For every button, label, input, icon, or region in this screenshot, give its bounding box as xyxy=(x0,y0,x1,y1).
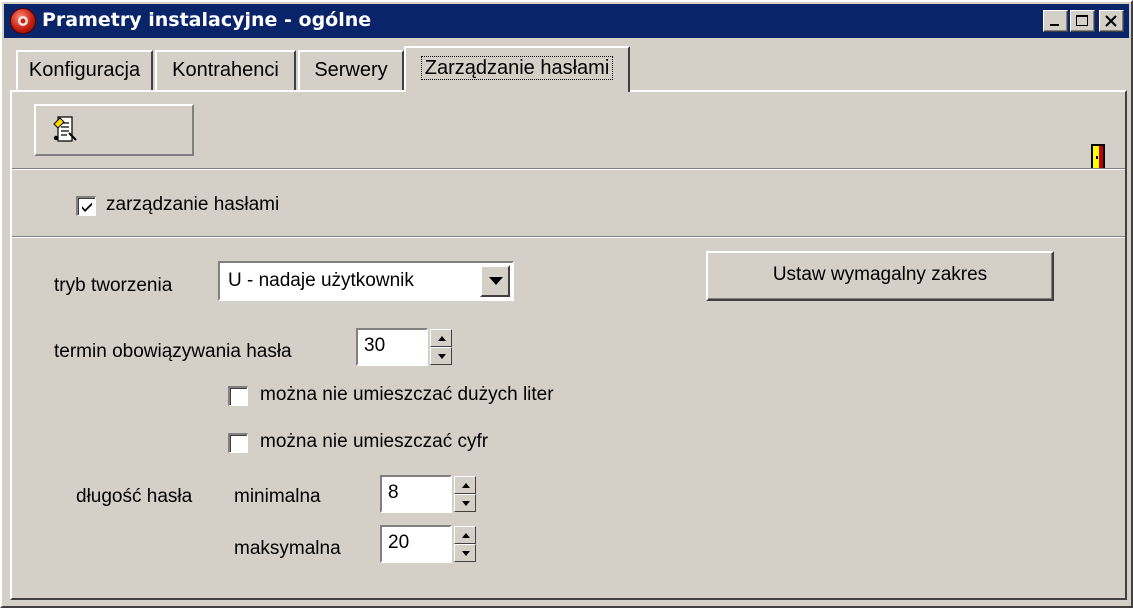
maximize-button[interactable] xyxy=(1070,10,1095,32)
arrow-up-icon xyxy=(462,483,470,488)
arrow-up-icon xyxy=(462,533,470,538)
minimize-button[interactable] xyxy=(1043,10,1068,32)
spin-up-button[interactable] xyxy=(454,476,476,494)
validity-label: termin obowiązywania hasła xyxy=(54,341,292,362)
tab-label: Konfiguracja xyxy=(28,59,141,81)
edit-document-button[interactable] xyxy=(34,104,194,156)
spin-up-button[interactable] xyxy=(454,526,476,544)
tab-serwery[interactable]: Serwery xyxy=(298,50,404,90)
arrow-down-icon xyxy=(438,354,446,359)
spin-down-button[interactable] xyxy=(454,544,476,562)
validity-input[interactable]: 30 xyxy=(356,328,428,366)
tab-konfiguracja[interactable]: Konfiguracja xyxy=(16,50,153,90)
spin-up-button[interactable] xyxy=(430,329,452,347)
tab-zarzadzanie-haslami[interactable]: Zarządzanie hasłami xyxy=(404,46,630,92)
dropdown-button[interactable] xyxy=(480,265,510,297)
edit-document-icon xyxy=(53,116,77,142)
close-button[interactable] xyxy=(1099,10,1124,32)
creation-mode-value: U - nadaje użytkownik xyxy=(228,270,414,291)
tab-label: Kontrahenci xyxy=(172,59,279,81)
arrow-down-icon xyxy=(462,501,470,506)
validity-spinner[interactable] xyxy=(430,329,452,365)
tab-kontrahenci[interactable]: Kontrahenci xyxy=(155,50,296,90)
no-digits-checkbox[interactable] xyxy=(228,433,248,453)
app-logo-icon[interactable] xyxy=(10,8,36,34)
window-title: Prametry instalacyjne - ogólne xyxy=(42,9,372,31)
title-bar[interactable]: Prametry instalacyjne - ogólne xyxy=(4,4,1129,38)
tab-label: Serwery xyxy=(314,59,388,81)
creation-mode-label: tryb tworzenia xyxy=(54,275,173,296)
creation-mode-select[interactable]: U - nadaje użytkownik xyxy=(218,261,514,301)
min-length-label: minimalna xyxy=(234,486,321,507)
maximize-icon xyxy=(1076,15,1088,26)
settings-window: Prametry instalacyjne - ogólne Konfigura… xyxy=(0,0,1133,608)
toolbar-separator xyxy=(12,168,1125,170)
no-digits-label: można nie umieszczać cyfr xyxy=(260,431,489,452)
min-length-input[interactable]: 8 xyxy=(380,475,452,513)
max-length-input[interactable]: 20 xyxy=(380,525,452,563)
tab-label: Zarządzanie hasłami xyxy=(420,56,614,80)
password-management-label: zarządzanie hasłami xyxy=(106,194,280,215)
close-icon xyxy=(1105,15,1117,27)
max-length-spinner[interactable] xyxy=(454,526,476,562)
chevron-down-icon xyxy=(489,277,503,285)
password-length-label: długość hasła xyxy=(76,486,193,507)
section-separator xyxy=(12,236,1125,238)
arrow-down-icon xyxy=(462,551,470,556)
spin-down-button[interactable] xyxy=(430,347,452,365)
checkmark-icon xyxy=(82,202,92,212)
spin-down-button[interactable] xyxy=(454,494,476,512)
password-management-checkbox[interactable] xyxy=(76,196,96,216)
arrow-up-icon xyxy=(438,336,446,341)
set-required-range-button[interactable]: Ustaw wymagalny zakres xyxy=(706,251,1054,301)
no-uppercase-checkbox[interactable] xyxy=(228,386,248,406)
max-length-label: maksymalna xyxy=(234,538,341,559)
min-length-spinner[interactable] xyxy=(454,476,476,512)
minimize-icon xyxy=(1050,24,1059,26)
no-uppercase-label: można nie umieszczać dużych liter xyxy=(260,384,554,405)
tab-panel: zarządzanie hasłami tryb tworzenia U - n… xyxy=(10,90,1127,600)
